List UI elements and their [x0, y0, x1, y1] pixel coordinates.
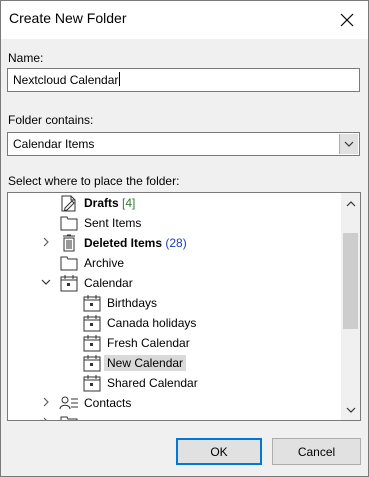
unread-count: [4] [122, 196, 136, 210]
location-label: Select where to place the folder: [8, 174, 180, 188]
name-input-value: Nextcloud Calendar [13, 73, 119, 87]
tree-item-birthdays[interactable]: Birthdays [8, 293, 340, 313]
tree-item-label: Calendar [84, 276, 133, 290]
tree-item-label: Sent Items [84, 216, 142, 230]
tree-item-label: Drafts [4] [84, 196, 136, 210]
chevron-down-icon [346, 407, 355, 413]
tree-item-canada-holidays[interactable]: Canada holidays [8, 313, 340, 333]
calendar-icon [83, 375, 101, 392]
tree-item-sent-items[interactable]: Sent Items [8, 213, 340, 233]
chevron-down-icon [344, 141, 354, 147]
close-button[interactable] [332, 6, 362, 34]
tree-item-label: Fresh Calendar [107, 336, 190, 350]
contacts-icon [59, 396, 78, 410]
tree-item-archive[interactable]: Archive [8, 253, 340, 273]
folder-contains-select[interactable]: Calendar Items [7, 132, 360, 156]
tree-scrollbar[interactable] [341, 193, 360, 420]
calendar-icon [83, 355, 101, 372]
chevron-right-icon[interactable] [40, 416, 52, 421]
tree-item-partial[interactable] [8, 413, 340, 421]
scroll-thumb[interactable] [343, 233, 358, 329]
tree-item-label: Shared Calendar [107, 376, 198, 390]
tree-item-label: Canada holidays [107, 316, 197, 330]
scroll-down-button[interactable] [341, 401, 360, 418]
calendar-icon [60, 275, 78, 292]
tree-item-deleted-items[interactable]: Deleted Items (28) [8, 233, 340, 253]
chevron-right-icon[interactable] [40, 236, 52, 248]
tree-item-label: Birthdays [107, 296, 158, 310]
calendar-icon [83, 295, 101, 312]
name-label: Name: [8, 51, 44, 65]
scroll-up-button[interactable] [341, 195, 360, 212]
folder-icon [60, 256, 78, 271]
tree-item-fresh-calendar[interactable]: Fresh Calendar [8, 333, 340, 353]
tree-item-label: Archive [84, 256, 125, 270]
tree-item-drafts[interactable]: Drafts [4] [8, 193, 340, 213]
tree-item-calendar[interactable]: Calendar [8, 273, 340, 293]
chevron-up-icon [346, 200, 355, 206]
tree-item-new-calendar[interactable]: New Calendar [8, 353, 340, 373]
tree-item-contacts[interactable]: Contacts [8, 393, 340, 413]
dialog-title: Create New Folder [9, 10, 127, 26]
tree-item-label: Contacts [84, 396, 132, 410]
item-count: (28) [165, 236, 187, 250]
text-caret [119, 72, 121, 86]
calendar-icon [83, 335, 101, 352]
dropdown-button[interactable] [339, 134, 358, 154]
folder-tree[interactable]: Drafts [4] Sent Items Deleted Items (28) [7, 192, 361, 421]
chevron-down-icon[interactable] [40, 276, 52, 288]
folder-contains-label: Folder contains: [8, 113, 94, 127]
folder-contains-value: Calendar Items [13, 137, 95, 151]
tree-item-label: Deleted Items (28) [84, 236, 187, 250]
folder-icon [60, 216, 78, 231]
folder-icon [60, 416, 78, 420]
cancel-button[interactable]: Cancel [272, 438, 361, 465]
tree-item-shared-calendar[interactable]: Shared Calendar [8, 373, 340, 393]
trash-icon [63, 234, 75, 252]
close-icon [340, 13, 354, 27]
name-input[interactable]: Nextcloud Calendar [7, 68, 360, 92]
drafts-icon [61, 195, 76, 212]
create-new-folder-dialog: Create New Folder Name: Nextcloud Calend… [0, 0, 369, 477]
chevron-right-icon[interactable] [40, 396, 52, 408]
title-bar: Create New Folder [1, 1, 368, 39]
ok-button[interactable]: OK [176, 438, 262, 465]
calendar-icon [83, 315, 101, 332]
tree-item-label: New Calendar [104, 355, 187, 371]
